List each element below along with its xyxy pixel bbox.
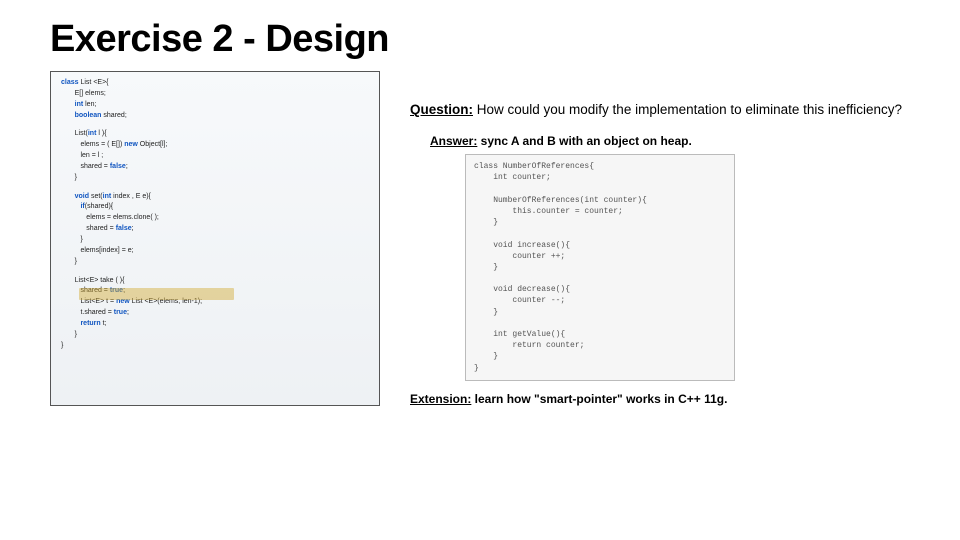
right-column: Question: How could you modify the imple… [410,71,910,406]
extension-text: learn how "smart-pointer" works in C++ 1… [471,392,727,406]
slide: Exercise 2 - Design class List <E>{ E[] … [0,0,960,416]
extension-block: Extension: learn how "smart-pointer" wor… [410,391,910,406]
answer-block: Answer: sync A and B with an object on h… [430,133,910,148]
page-title: Exercise 2 - Design [50,18,910,61]
question-block: Question: How could you modify the imple… [410,101,910,119]
highlight-clone-line [79,288,234,300]
reference-code: class NumberOfReferences{ int counter; N… [465,154,735,381]
question-text: How could you modify the implementation … [473,102,902,117]
code-listing: class List <E>{ E[] elems; int len; bool… [50,71,380,406]
content-row: class List <E>{ E[] elems; int len; bool… [50,71,910,406]
question-label: Question: [410,102,473,117]
answer-text: sync A and B with an object on heap. [477,134,691,148]
answer-label: Answer: [430,134,477,148]
extension-label: Extension: [410,392,471,406]
